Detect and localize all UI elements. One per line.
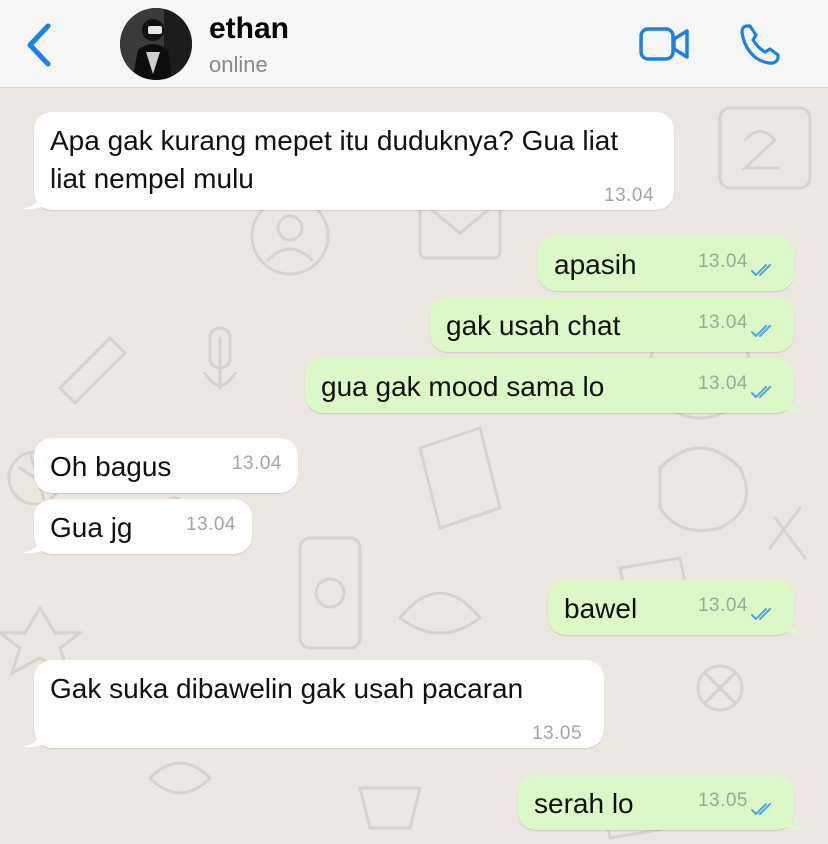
outgoing-message[interactable]: gua gak mood sama lo 13.04 [305, 358, 806, 413]
contact-avatar[interactable] [120, 8, 192, 80]
outgoing-message[interactable]: bawel 13.04 [548, 580, 806, 635]
contact-status: online [209, 52, 268, 77]
message-text: Gak suka dibawelin gak usah pacaran [50, 673, 524, 704]
chat-area[interactable]: Apa gak kurang mepet itu duduknya? Gua l… [0, 88, 828, 844]
bubble-tail [22, 532, 44, 554]
message-text: serah lo [534, 788, 634, 819]
incoming-message[interactable]: Oh bagus 13.04 [34, 438, 298, 493]
message-timestamp: 13.04 [697, 373, 748, 394]
incoming-message[interactable]: Apa gak kurang mepet itu duduknya? Gua l… [22, 112, 674, 210]
message-text: Oh bagus [50, 451, 172, 482]
message-timestamp: 13.04 [697, 595, 748, 616]
bubble-tail [784, 613, 806, 635]
message-timestamp: 13.04 [697, 251, 748, 272]
double-check-icon [751, 386, 771, 398]
bubble-tail [784, 391, 806, 413]
message-text: Apa gak kurang mepet itu duduknya? Gua l… [50, 125, 619, 194]
double-check-icon [751, 264, 771, 276]
message-timestamp: 13.04 [697, 312, 748, 333]
message-text: gak usah chat [446, 310, 621, 341]
bubble-tail [784, 808, 806, 830]
bubble-tail [22, 188, 44, 210]
video-call-icon[interactable] [638, 24, 690, 64]
message-text: apasih [554, 249, 637, 280]
incoming-message[interactable]: Gua jg 13.04 [22, 499, 252, 554]
back-chevron-icon[interactable] [22, 22, 56, 68]
message-timestamp: 13.05 [532, 723, 583, 744]
outgoing-message[interactable]: serah lo 13.05 [518, 775, 806, 830]
message-text: bawel [564, 593, 638, 624]
incoming-message[interactable]: Gak suka dibawelin gak usah pacaran 13.05 [22, 660, 604, 748]
message-timestamp: 13.04 [604, 185, 655, 206]
outgoing-message[interactable]: gak usah chat 13.04 [430, 297, 794, 352]
message-text: gua gak mood sama lo [321, 371, 605, 402]
bubble-tail [22, 726, 44, 748]
message-timestamp: 13.04 [231, 453, 282, 474]
voice-call-icon[interactable] [738, 22, 782, 66]
message-text: Gua jg [50, 512, 133, 543]
message-timestamp: 13.05 [697, 790, 748, 811]
contact-name[interactable]: ethan [209, 12, 289, 46]
double-check-icon [751, 803, 771, 815]
double-check-icon [751, 325, 771, 337]
double-check-icon [751, 608, 771, 620]
outgoing-message[interactable]: apasih 13.04 [538, 236, 794, 291]
chat-header: ethan online [0, 0, 828, 88]
message-timestamp: 13.04 [185, 514, 236, 535]
